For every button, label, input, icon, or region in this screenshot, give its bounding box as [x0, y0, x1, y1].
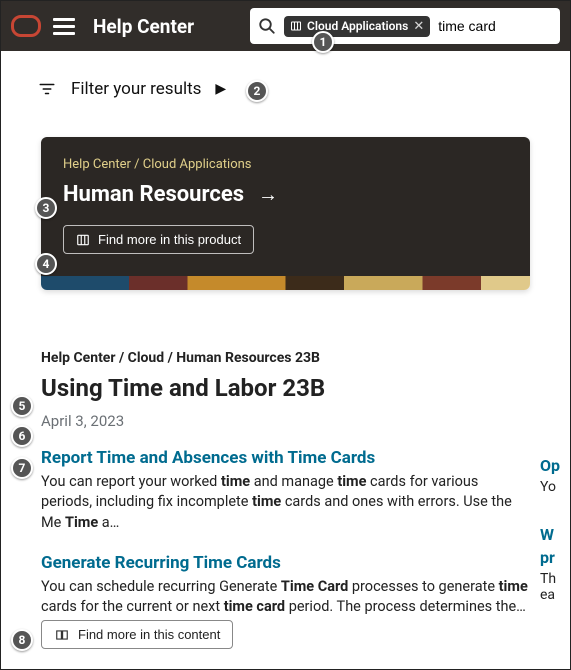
side-hit-title[interactable]: W [540, 525, 570, 544]
callout-badge: 5 [11, 395, 33, 417]
result-breadcrumb: Help Center / Cloud / Human Resources 23… [41, 350, 530, 366]
callout-badge: 6 [11, 425, 33, 447]
product-card: Help Center / Cloud Applications Human R… [41, 137, 530, 290]
side-hit-title[interactable]: pr [540, 548, 570, 567]
side-hit-body: Th [540, 571, 570, 587]
result-title[interactable]: Using Time and Labor 23B [41, 374, 530, 402]
top-bar: Help Center Cloud Applications ✕ [1, 1, 570, 51]
hit-title-link[interactable]: Report Time and Absences with Time Cards [41, 448, 530, 468]
book-icon [54, 628, 70, 642]
card-breadcrumb: Help Center / Cloud Applications [63, 157, 508, 172]
help-center-title: Help Center [93, 15, 194, 38]
search-filter-chip[interactable]: Cloud Applications ✕ [284, 16, 430, 37]
find-more-product-button[interactable]: Find more in this product [63, 225, 254, 254]
menu-icon[interactable] [53, 18, 75, 35]
hit-title-link[interactable]: Generate Recurring Time Cards [41, 553, 530, 573]
find-more-content-button[interactable]: Find more in this content [41, 620, 233, 649]
callout-badge: 8 [11, 629, 33, 651]
card-decorative-stripe [41, 276, 530, 290]
side-hit-title[interactable]: Op [540, 456, 570, 475]
card-title-row[interactable]: Human Resources → [63, 182, 508, 207]
chevron-right-icon: ▶ [215, 81, 226, 97]
find-more-content-label: Find more in this content [78, 627, 220, 642]
search-icon[interactable] [258, 17, 276, 35]
filter-row[interactable]: Filter your results ▶ [1, 51, 570, 109]
filter-icon [37, 80, 57, 98]
close-icon[interactable]: ✕ [413, 19, 424, 34]
card-title: Human Resources [63, 182, 244, 207]
library-icon [76, 233, 90, 247]
search-hit: Report Time and Absences with Time Cards… [41, 448, 530, 533]
search-hit: Generate Recurring Time Cards You can sc… [41, 553, 530, 618]
hit-snippet: You can report your worked time and mana… [41, 472, 530, 533]
filter-label: Filter your results [71, 79, 201, 99]
callout-badge: 4 [35, 253, 57, 275]
side-hit-body: Yo [540, 479, 570, 495]
callout-badge: 2 [246, 80, 268, 102]
callout-badge: 1 [312, 31, 334, 53]
hit-snippet: You can schedule recurring Generate Time… [41, 577, 530, 618]
arrow-right-icon: → [258, 182, 278, 207]
side-column-partial: Op Yo W pr Th ea [540, 456, 570, 603]
side-hit-body: ea [540, 587, 570, 603]
callout-badge: 3 [35, 197, 57, 219]
result-date: April 3, 2023 [41, 412, 530, 430]
find-more-product-label: Find more in this product [98, 232, 241, 247]
results-section: Help Center / Cloud / Human Resources 23… [1, 290, 570, 617]
search-bar[interactable]: Cloud Applications ✕ [250, 8, 560, 44]
oracle-logo[interactable] [11, 15, 41, 37]
callout-badge: 7 [11, 457, 33, 479]
search-input[interactable] [438, 18, 552, 34]
